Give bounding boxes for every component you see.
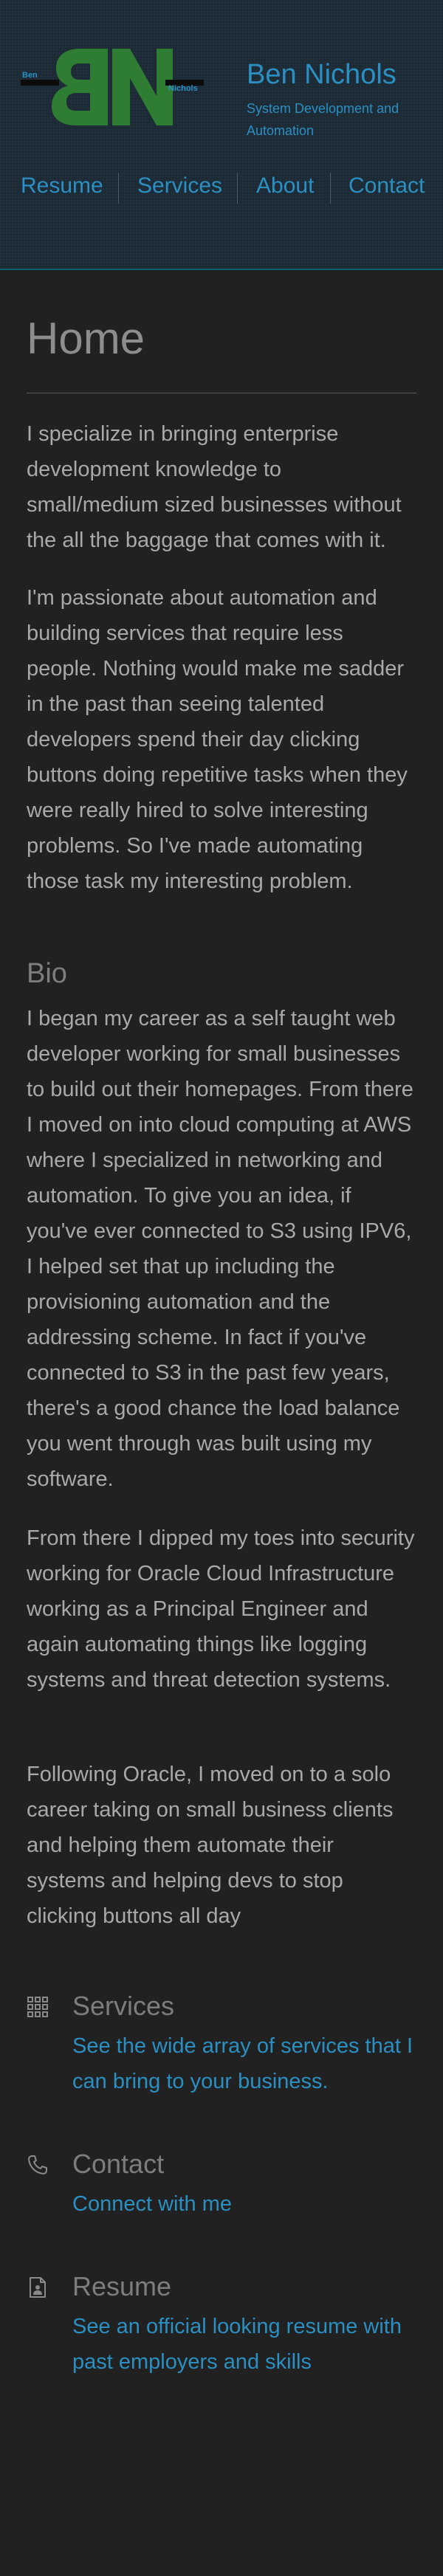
site-logo[interactable]: Ben Nichols — [21, 46, 205, 128]
logo-letter-b — [52, 49, 108, 125]
site-header: Ben Nichols Ben Nichols System Developme… — [0, 0, 443, 270]
resume-document-icon — [30, 2277, 46, 2298]
services-grid-icon — [27, 1997, 48, 2017]
site-title[interactable]: Ben Nichols — [247, 59, 396, 91]
contact-card-title: Contact — [72, 2149, 165, 2179]
phone-icon — [28, 2155, 47, 2174]
services-card-link[interactable]: See the wide array of services that I ca… — [72, 2028, 416, 2099]
services-card-title: Services — [72, 1991, 175, 2021]
logo-small-surname: Nichols — [168, 84, 198, 93]
bio-paragraph: From there I dipped my toes into securit… — [27, 1526, 415, 1692]
bio-heading: Bio — [27, 958, 67, 989]
intro-paragraph: I'm passionate about automation and buil… — [27, 586, 408, 893]
intro-paragraph: I specialize in bringing enterprise deve… — [27, 422, 402, 552]
nav-item-resume[interactable]: Resume — [21, 170, 103, 202]
nav-divider — [330, 173, 331, 204]
bio-paragraph: Following Oracle, I moved on to a solo c… — [27, 1763, 394, 1928]
nav-divider — [118, 173, 119, 204]
nav-divider — [237, 173, 238, 204]
nav-item-about[interactable]: About — [256, 170, 314, 202]
logo-small-name: Ben — [22, 71, 38, 80]
resume-card-title: Resume — [72, 2271, 172, 2301]
nav-item-contact[interactable]: Contact — [348, 170, 425, 202]
page-title: Home — [27, 314, 145, 363]
logo-letter-n — [112, 49, 173, 125]
main-nav: Resume Services About Contact — [0, 170, 443, 207]
nav-item-services[interactable]: Services — [137, 170, 222, 202]
bio-paragraph: I began my career as a self taught web d… — [27, 1007, 413, 1491]
resume-card-link[interactable]: See an official looking resume with past… — [72, 2309, 416, 2380]
logo-bar-left — [21, 80, 59, 86]
site-tagline: System Development and Automation — [247, 101, 399, 138]
contact-card-link[interactable]: Connect with me — [72, 2186, 416, 2222]
